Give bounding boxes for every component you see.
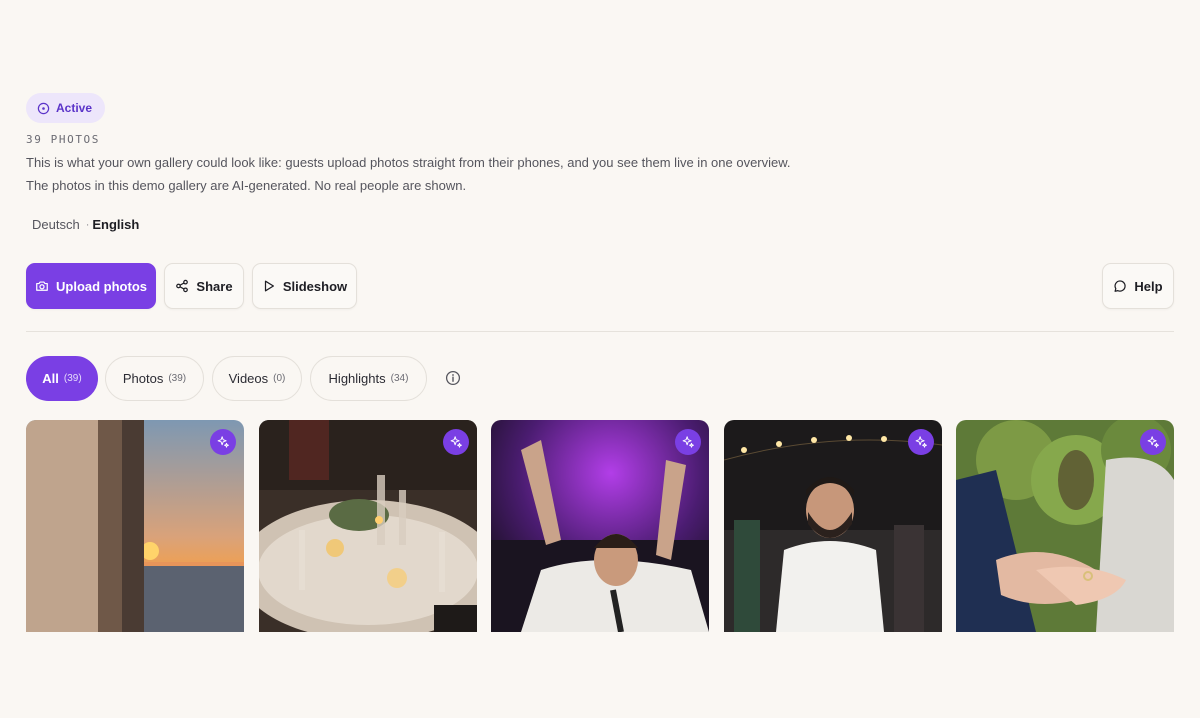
chat-bubble-icon bbox=[1114, 280, 1127, 292]
filter-all[interactable]: All (39) bbox=[26, 356, 98, 401]
filter-photos-label: Photos bbox=[122, 371, 164, 386]
language-option-deutsch[interactable]: Deutsch bbox=[26, 217, 86, 232]
ring-on-hand-photo bbox=[956, 420, 1174, 632]
slideshow-button[interactable]: Slideshow bbox=[252, 263, 357, 309]
filter-photos[interactable]: Photos (39) bbox=[105, 356, 204, 401]
sparkle-icon bbox=[450, 436, 462, 448]
sparkle-icon bbox=[682, 436, 694, 448]
photo-tile-man[interactable] bbox=[724, 420, 942, 632]
info-icon[interactable] bbox=[445, 370, 461, 386]
gallery-disclaimer: The photos in this demo gallery are AI-g… bbox=[26, 178, 467, 193]
language-switcher: Deutsch · English bbox=[26, 217, 145, 232]
highlight-badge bbox=[210, 429, 236, 455]
status-label: Active bbox=[56, 101, 93, 115]
filter-videos[interactable]: Videos (0) bbox=[212, 356, 302, 401]
filter-all-label: All bbox=[42, 371, 59, 386]
filter-videos-label: Videos bbox=[228, 371, 269, 386]
filter-highlights[interactable]: Highlights (34) bbox=[310, 356, 427, 401]
help-label: Help bbox=[1134, 278, 1163, 294]
sunset-photo bbox=[26, 420, 244, 632]
photo-tile-ring[interactable] bbox=[956, 420, 1174, 632]
share-label: Share bbox=[196, 278, 233, 294]
share-button[interactable]: Share bbox=[164, 263, 244, 309]
sparkle-icon bbox=[1147, 436, 1159, 448]
language-option-english[interactable]: English bbox=[89, 217, 145, 232]
filter-videos-count: (0) bbox=[273, 373, 286, 384]
photo-tile-dancing[interactable] bbox=[491, 420, 709, 632]
play-icon bbox=[264, 280, 274, 292]
filter-highlights-count: (34) bbox=[390, 373, 409, 384]
highlight-badge bbox=[908, 429, 934, 455]
photo-count: 39 PHOTOS bbox=[26, 133, 101, 146]
circle-dot-icon bbox=[37, 102, 50, 114]
highlight-badge bbox=[443, 429, 469, 455]
filter-photos-count: (39) bbox=[168, 373, 187, 384]
sparkle-icon bbox=[217, 436, 229, 448]
gallery-description: This is what your own gallery could look… bbox=[26, 155, 791, 170]
upload-photos-button[interactable]: Upload photos bbox=[26, 263, 156, 309]
smiling-man-photo bbox=[724, 420, 942, 632]
dancing-guest-photo bbox=[491, 420, 709, 632]
status-badge: Active bbox=[26, 93, 106, 123]
share-icon bbox=[176, 279, 189, 293]
slideshow-label: Slideshow bbox=[282, 278, 348, 294]
section-divider bbox=[26, 331, 1174, 332]
upload-photos-label: Upload photos bbox=[56, 278, 147, 294]
candlelit-table-photo bbox=[259, 420, 477, 632]
photo-tile-table[interactable] bbox=[259, 420, 477, 632]
photo-tile-sunset[interactable] bbox=[26, 420, 244, 632]
sparkle-icon bbox=[915, 436, 927, 448]
help-button[interactable]: Help bbox=[1102, 263, 1174, 309]
filter-highlights-label: Highlights bbox=[328, 371, 386, 386]
highlight-badge bbox=[1140, 429, 1166, 455]
highlight-badge bbox=[675, 429, 701, 455]
camera-icon bbox=[36, 281, 48, 291]
filter-all-count: (39) bbox=[63, 373, 82, 384]
